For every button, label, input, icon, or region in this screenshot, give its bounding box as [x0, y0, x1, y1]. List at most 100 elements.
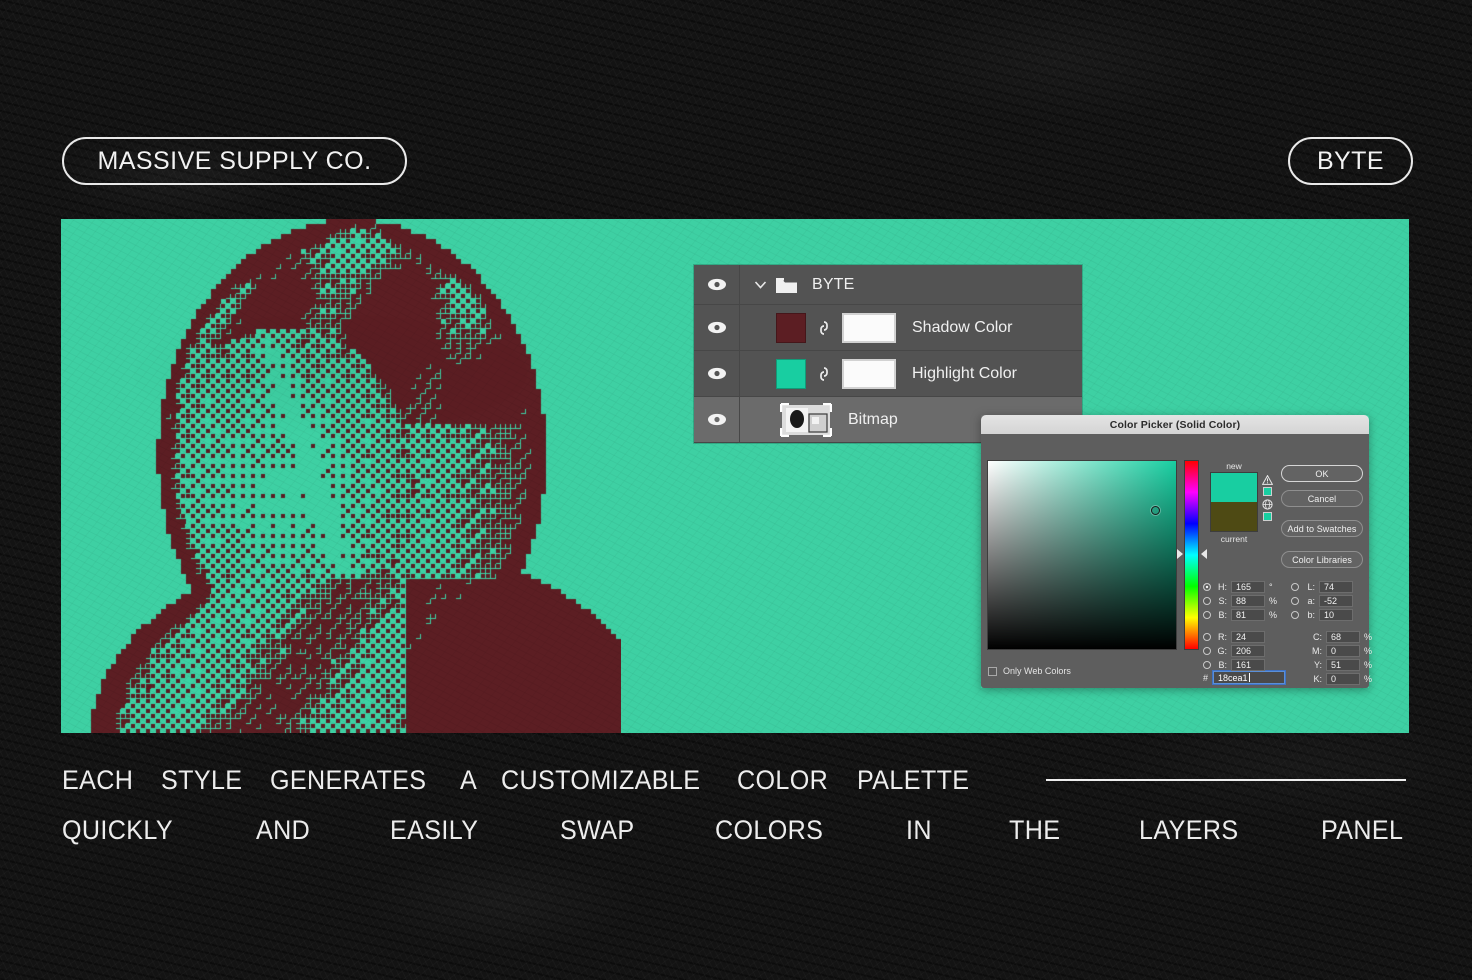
cmyk-row-m[interactable]: M: 0%	[1298, 644, 1373, 657]
radio-h[interactable]	[1203, 582, 1211, 591]
caption-word: IN	[906, 814, 933, 845]
field-label-b: b:	[1307, 609, 1315, 620]
bitmap-thumbnail-icon[interactable]	[780, 402, 832, 437]
field-label-m: M:	[1312, 645, 1322, 656]
field-input-l[interactable]: 74	[1319, 580, 1353, 593]
field-input-k[interactable]: 0	[1326, 672, 1360, 685]
visibility-toggle-highlight-color[interactable]	[694, 351, 740, 396]
eye-icon	[707, 321, 726, 334]
gamut-warning-icon[interactable]	[1262, 475, 1273, 485]
cmyk-row-y[interactable]: Y: 51%	[1298, 658, 1373, 671]
field-input-b[interactable]: 161	[1231, 658, 1265, 671]
field-input-y[interactable]: 51	[1326, 658, 1360, 671]
color-libraries-button[interactable]: Color Libraries	[1281, 551, 1363, 568]
caption-word: COLORS	[714, 814, 824, 845]
layer-mask-highlight-color[interactable]	[842, 358, 896, 389]
caption-word: CUSTOMIZABLE	[500, 764, 701, 795]
caption-divider-rule	[1046, 779, 1406, 781]
current-color-swatch[interactable]	[1211, 502, 1257, 531]
cmyk-row-k[interactable]: K: 0%	[1298, 672, 1373, 685]
radio-r[interactable]	[1203, 632, 1211, 641]
caption-word: PANEL	[1321, 814, 1404, 845]
color-value-fields: # 18cea1 H: 165 ° S: 88% B: 81% R: 24 G: 206 B: 161 L…	[1203, 580, 1372, 685]
layer-row-group-byte[interactable]: BYTE	[694, 265, 1082, 305]
visibility-toggle-shadow-color[interactable]	[694, 305, 740, 350]
color-comparison-swatches[interactable]	[1210, 472, 1258, 532]
field-unit-m: %	[1364, 645, 1373, 656]
rgb-row-r[interactable]: R: 24	[1203, 630, 1278, 643]
cancel-button[interactable]: Cancel	[1281, 490, 1363, 507]
cmyk-row-c[interactable]: C: 68%	[1298, 630, 1373, 643]
lab-row-b[interactable]: b: 10	[1291, 608, 1366, 621]
web-safe-alternate-swatch[interactable]	[1263, 512, 1272, 521]
group-row-body[interactable]: BYTE	[740, 265, 1082, 304]
layer-swatch-highlight-color[interactable]	[776, 358, 806, 389]
add-to-swatches-button[interactable]: Add to Swatches	[1281, 520, 1363, 537]
hsb-row-h[interactable]: H: 165 °	[1203, 580, 1278, 593]
field-unit-b: %	[1269, 609, 1278, 620]
gamut-alternate-swatch[interactable]	[1263, 487, 1272, 496]
hex-input[interactable]: 18cea1	[1212, 670, 1287, 685]
rgb-row-g[interactable]: G: 206	[1203, 644, 1278, 657]
field-input-b[interactable]: 81	[1231, 608, 1265, 621]
only-web-colors-checkbox[interactable]	[988, 666, 997, 676]
only-web-colors-row[interactable]: Only Web Colors	[988, 666, 1071, 676]
radio-b[interactable]	[1291, 610, 1299, 619]
field-label-h: H:	[1218, 581, 1227, 592]
field-input-g[interactable]: 206	[1231, 644, 1265, 657]
field-label-y: Y:	[1313, 659, 1322, 670]
chevron-down-icon[interactable]	[752, 276, 769, 293]
radio-l[interactable]	[1291, 582, 1299, 591]
field-input-r[interactable]: 24	[1231, 630, 1265, 643]
layer-name-shadow-color: Shadow Color	[912, 318, 1013, 336]
field-label-a: a:	[1307, 595, 1315, 606]
color-picker-dialog[interactable]: Color Picker (Solid Color) new current O…	[981, 415, 1372, 688]
radio-s[interactable]	[1203, 596, 1211, 605]
lab-row-a[interactable]: a: -52	[1291, 594, 1366, 607]
link-icon[interactable]	[816, 317, 832, 339]
caption-word: GENERATES	[270, 764, 427, 795]
ok-button[interactable]: OK	[1281, 465, 1363, 482]
field-unit-s: %	[1269, 595, 1278, 606]
field-input-c[interactable]: 68	[1326, 630, 1360, 643]
caption-line-1: EACH STYLE GENERATES A CUSTOMIZABLE COLOR PALE…	[0, 755, 1472, 805]
visibility-toggle-byte[interactable]	[694, 265, 740, 304]
highlight-row-body[interactable]: Highlight Color	[740, 351, 1082, 396]
radio-b[interactable]	[1203, 610, 1211, 619]
caption-word: COLOR	[737, 764, 829, 795]
field-input-h[interactable]: 165	[1231, 580, 1265, 593]
hue-slider[interactable]	[1184, 460, 1199, 650]
caption-word: PALETTE	[857, 764, 970, 795]
field-input-b[interactable]: 10	[1319, 608, 1353, 621]
rgb-row-b[interactable]: B: 161	[1203, 658, 1278, 671]
color-picker-titlebar[interactable]: Color Picker (Solid Color)	[981, 415, 1369, 434]
layer-name-byte: BYTE	[812, 275, 855, 293]
style-pill[interactable]: BYTE	[1288, 137, 1413, 185]
link-icon[interactable]	[816, 363, 832, 385]
hsb-row-s[interactable]: S: 88%	[1203, 594, 1278, 607]
web-safe-warning-icon[interactable]	[1262, 499, 1273, 510]
radio-a[interactable]	[1291, 596, 1299, 605]
layer-row-highlight-color[interactable]: Highlight Color	[694, 351, 1082, 397]
saturation-brightness-field[interactable]	[987, 460, 1177, 650]
lab-row-l[interactable]: L: 74	[1291, 580, 1366, 593]
new-color-swatch[interactable]	[1211, 473, 1257, 502]
brand-pill[interactable]: MASSIVE SUPPLY CO.	[62, 137, 407, 185]
color-picker-body: new current OK Cancel Add to Swatches Co…	[981, 434, 1372, 688]
radio-g[interactable]	[1203, 646, 1211, 655]
layer-mask-shadow-color[interactable]	[842, 312, 896, 343]
hex-value: 18cea1	[1218, 672, 1248, 683]
layer-row-shadow-color[interactable]: Shadow Color	[694, 305, 1082, 351]
hsb-row-b[interactable]: B: 81%	[1203, 608, 1278, 621]
hex-row[interactable]: # 18cea1	[1203, 670, 1287, 685]
field-input-m[interactable]: 0	[1326, 644, 1360, 657]
shadow-row-body[interactable]: Shadow Color	[740, 305, 1082, 350]
field-label-l: L:	[1307, 581, 1315, 592]
field-input-s[interactable]: 88	[1231, 594, 1265, 607]
radio-b[interactable]	[1203, 660, 1211, 669]
eye-icon	[707, 413, 726, 426]
visibility-toggle-bitmap[interactable]	[694, 397, 740, 442]
field-input-a[interactable]: -52	[1319, 594, 1353, 607]
sv-marker[interactable]	[1151, 506, 1160, 515]
layer-swatch-shadow-color[interactable]	[776, 312, 806, 343]
